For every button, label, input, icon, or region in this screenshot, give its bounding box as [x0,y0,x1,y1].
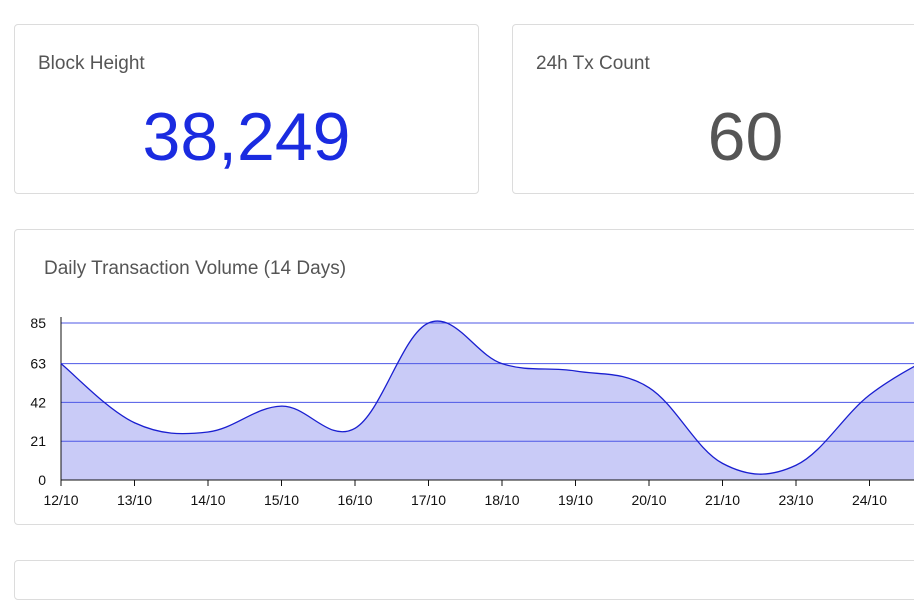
data-point [281,405,282,407]
x-tick-label: 16/10 [337,492,372,508]
data-point [134,422,135,424]
x-tick-label: 13/10 [117,492,152,508]
data-point [575,370,576,372]
x-tick-label: 21/10 [705,492,740,508]
bottom-card [14,560,914,600]
block-height-label: Block Height [38,53,145,74]
x-tick-label: 23/10 [778,492,813,508]
tx-count-card: 24h Tx Count 60 [512,24,914,194]
y-tick-label: 21 [30,433,46,449]
data-point [501,363,503,365]
x-tick-label: 20/10 [631,492,666,508]
x-tick-label: 24/10 [852,492,887,508]
data-point [354,427,356,429]
y-tick-label: 42 [30,394,46,410]
y-tick-label: 63 [30,356,46,372]
tx-count-value: 60 [707,99,784,175]
tx-count-label: 24h Tx Count [536,53,650,74]
x-tick-label: 17/10 [411,492,446,508]
block-height-value: 38,249 [142,99,351,175]
data-point [869,394,870,396]
data-point [648,387,650,389]
y-tick-label: 0 [38,472,46,488]
y-tick-label: 85 [30,315,46,331]
block-height-card: Block Height 38,249 [14,24,479,194]
x-tick-label: 12/10 [43,492,78,508]
x-tick-label: 15/10 [264,492,299,508]
x-tick-label: 14/10 [190,492,225,508]
data-point [795,464,797,466]
volume-area-fill [61,321,914,480]
x-tick-label: 19/10 [558,492,593,508]
transaction-volume-chart: 0 21 42 63 85 12/10 13/10 14/10 15/10 16/10 17/10 1… [30,315,914,508]
data-point [207,431,209,433]
data-point [60,363,62,365]
x-tick-label: 18/10 [484,492,519,508]
data-point [428,322,429,324]
transaction-volume-chart-card: Daily Transaction Volume (14 Days) 0 21 42… [14,229,914,525]
data-point [722,462,723,464]
